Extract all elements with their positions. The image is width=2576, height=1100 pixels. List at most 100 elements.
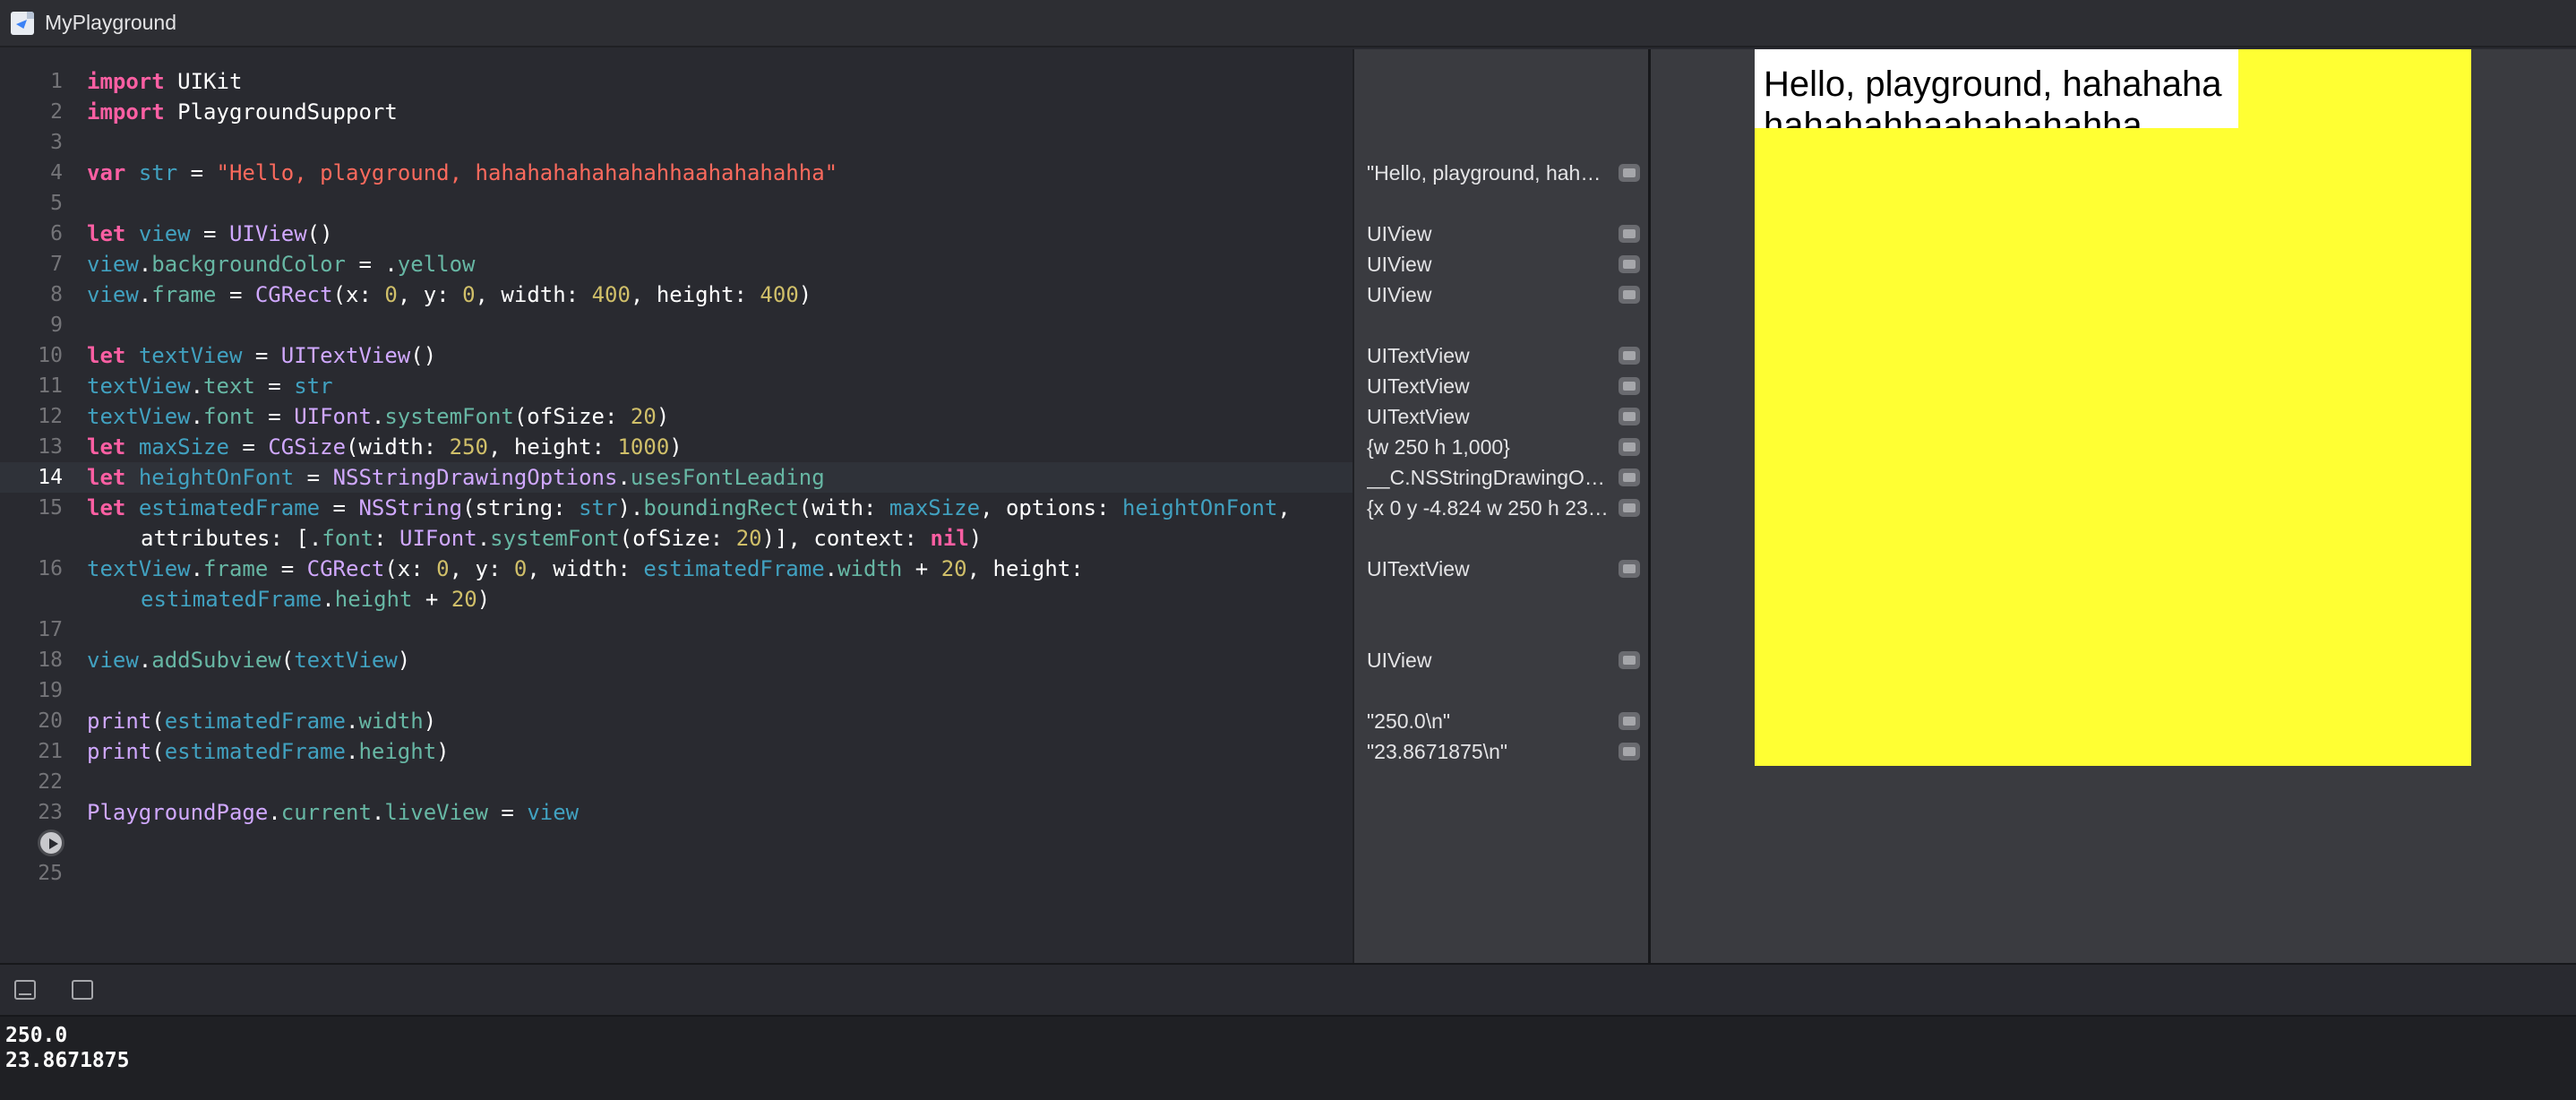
result-value[interactable]: UITextView xyxy=(1367,371,1609,401)
code-token: (width: xyxy=(346,434,450,460)
code-token: NSStringDrawingOptions xyxy=(332,465,618,490)
result-value[interactable]: __C.NSStringDrawingOptions xyxy=(1367,462,1609,493)
title-bar: MyPlayground xyxy=(0,0,2576,47)
quick-look-icon[interactable] xyxy=(1619,164,1640,182)
code-token: ) xyxy=(968,526,983,551)
code-token: UIKit xyxy=(164,69,243,94)
code-line[interactable]: 25 xyxy=(0,858,1352,889)
code-text: PlaygroundPage.current.liveView = view xyxy=(87,797,579,828)
square-icon[interactable] xyxy=(72,980,93,1000)
code-line[interactable]: 11 textView.text = str xyxy=(0,371,1352,401)
code-line[interactable]: 16 textView.frame = CGRect(x: 0, y: 0, wi… xyxy=(0,554,1352,584)
code-token: str xyxy=(294,374,333,399)
code-line[interactable]: 17 xyxy=(0,614,1352,645)
code-token: () xyxy=(306,221,333,246)
code-line[interactable]: estimatedFrame.height + 20) xyxy=(0,584,1352,614)
code-line[interactable]: 14 let heightOnFont = NSStringDrawingOpti… xyxy=(0,462,1352,493)
quick-look-icon[interactable] xyxy=(1619,408,1640,425)
result-value[interactable]: UITextView xyxy=(1367,554,1609,584)
code-token: 20 xyxy=(630,404,657,429)
code-line[interactable]: 18 view.addSubview(textView) xyxy=(0,645,1352,675)
code-token: , height: xyxy=(630,282,760,307)
result-value[interactable]: UIView xyxy=(1367,279,1609,310)
code-token: current xyxy=(280,800,372,825)
result-value[interactable]: UITextView xyxy=(1367,340,1609,371)
code-line[interactable]: 15 let estimatedFrame = NSString(string: … xyxy=(0,493,1352,523)
debug-toolbar xyxy=(0,963,2576,1017)
quick-look-icon[interactable] xyxy=(1619,499,1640,517)
quick-look-icon[interactable] xyxy=(1619,377,1640,395)
code-line[interactable]: 4 var str = "Hello, playground, hahahahah… xyxy=(0,158,1352,188)
quick-look-icon[interactable] xyxy=(1619,468,1640,486)
quick-look-icon[interactable] xyxy=(1619,438,1640,456)
result-value[interactable]: "Hello, playground, hahahahahahahahhaaha… xyxy=(1367,158,1609,188)
result-value[interactable]: {x 0 y -4.824 w 250 h 23.867} xyxy=(1367,493,1609,523)
code-token: PlaygroundSupport xyxy=(164,99,398,125)
result-value[interactable]: {w 250 h 1,000} xyxy=(1367,432,1609,462)
code-line[interactable]: 3 xyxy=(0,127,1352,158)
code-line[interactable]: 12 textView.font = UIFont.systemFont(ofSi… xyxy=(0,401,1352,432)
line-number: 11 xyxy=(38,374,63,398)
code-token: 0 xyxy=(513,556,528,581)
result-value[interactable]: "250.0\n" xyxy=(1367,706,1609,736)
code-line[interactable]: 7 view.backgroundColor = .yellow xyxy=(0,249,1352,279)
line-number: 10 xyxy=(38,344,63,367)
code-line[interactable]: 10 let textView = UITextView() xyxy=(0,340,1352,371)
quick-look-icon[interactable] xyxy=(1619,225,1640,243)
code-token: print xyxy=(87,709,152,734)
code-token: estimatedFrame xyxy=(164,739,346,764)
code-line[interactable]: 8 view.frame = CGRect(x: 0, y: 0, width: … xyxy=(0,279,1352,310)
quick-look-icon[interactable] xyxy=(1619,651,1640,669)
code-token: (x: xyxy=(384,556,437,581)
code-line[interactable]: 9 xyxy=(0,310,1352,340)
code-token: = xyxy=(242,343,281,368)
code-token: font xyxy=(322,526,374,551)
code-token: font xyxy=(203,404,255,429)
line-number: 8 xyxy=(50,283,63,306)
code-text: import UIKit xyxy=(87,66,242,97)
quick-look-icon[interactable] xyxy=(1619,712,1640,730)
line-number: 12 xyxy=(38,405,63,428)
live-view-textview[interactable]: Hello, playground, hahahahahahahahhaahah… xyxy=(1755,49,2238,128)
code-line[interactable]: 21 print(estimatedFrame.height) xyxy=(0,736,1352,767)
result-value[interactable]: "23.8671875\n" xyxy=(1367,736,1609,767)
code-line[interactable] xyxy=(0,828,1352,858)
code-token: () xyxy=(410,343,437,368)
result-value[interactable]: UIView xyxy=(1367,645,1609,675)
quick-look-icon[interactable] xyxy=(1619,255,1640,273)
code-token: import xyxy=(87,69,165,94)
quick-look-icon[interactable] xyxy=(1619,743,1640,761)
code-line[interactable]: 1 import UIKit xyxy=(0,66,1352,97)
code-line[interactable]: 5 xyxy=(0,188,1352,219)
code-line[interactable]: 23 PlaygroundPage.current.liveView = view xyxy=(0,797,1352,828)
quick-look-icon[interactable] xyxy=(1619,347,1640,365)
console-line: 23.8671875 xyxy=(5,1049,130,1072)
code-token: , y: xyxy=(449,556,514,581)
code-line[interactable]: 20 print(estimatedFrame.width) xyxy=(0,706,1352,736)
run-play-icon[interactable] xyxy=(38,829,64,856)
code-token: textView xyxy=(87,374,191,399)
result-value[interactable]: UIView xyxy=(1367,219,1609,249)
panel-bottom-icon[interactable] xyxy=(14,980,36,1000)
code-token: PlaygroundPage xyxy=(87,800,269,825)
code-text: attributes: [.font: UIFont.systemFont(of… xyxy=(141,523,982,554)
code-token: + xyxy=(902,556,941,581)
result-value[interactable]: UIView xyxy=(1367,249,1609,279)
quick-look-icon[interactable] xyxy=(1619,560,1640,578)
code-line[interactable]: 2 import PlaygroundSupport xyxy=(0,97,1352,127)
code-token: width xyxy=(837,556,903,581)
code-line[interactable]: 6 let view = UIView() xyxy=(0,219,1352,249)
code-line[interactable]: 13 let maxSize = CGSize(width: 250, heigh… xyxy=(0,432,1352,462)
line-number: 23 xyxy=(38,801,63,824)
code-line[interactable]: attributes: [.font: UIFont.systemFont(of… xyxy=(0,523,1352,554)
code-text: textView.font = UIFont.systemFont(ofSize… xyxy=(87,401,669,432)
code-editor[interactable]: 1 import UIKit 2 import PlaygroundSupport 3 4… xyxy=(0,49,1352,963)
code-line[interactable]: 22 xyxy=(0,767,1352,797)
quick-look-icon[interactable] xyxy=(1619,286,1640,304)
code-token: = xyxy=(254,404,295,429)
result-value[interactable]: UITextView xyxy=(1367,401,1609,432)
code-line[interactable]: 19 xyxy=(0,675,1352,706)
code-token: . xyxy=(477,526,491,551)
